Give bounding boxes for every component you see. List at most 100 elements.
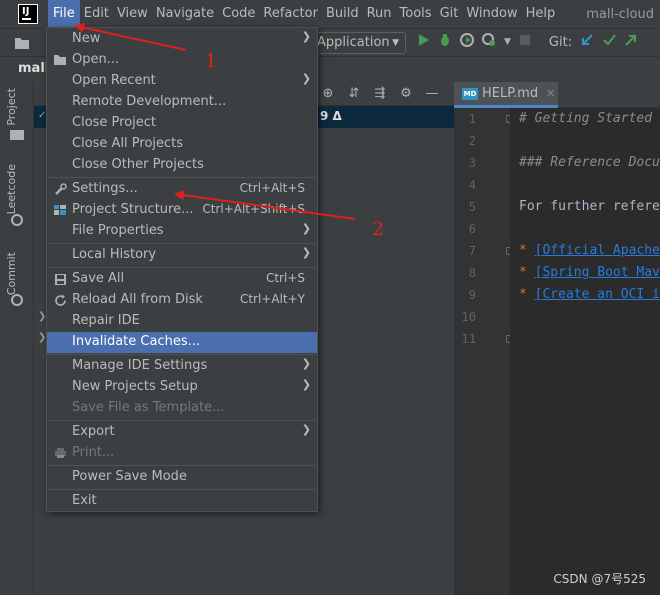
markdown-link[interactable]: [Official Apache [535, 243, 660, 258]
coverage-icon[interactable] [460, 33, 474, 51]
code-line-1: # Getting Started [519, 111, 653, 126]
menu-item-label: Local History [72, 247, 157, 262]
tool-tab-commit[interactable]: Commit [5, 252, 18, 295]
tool-tab-leetcode-label: Leetcode [5, 164, 18, 215]
menu-item-open[interactable]: Open... [47, 50, 317, 71]
markdown-file-icon: MD [462, 87, 478, 100]
close-icon[interactable]: ✕ [546, 87, 555, 100]
menu-code[interactable]: Code [218, 0, 259, 28]
list-bullet: * [519, 287, 535, 302]
more-run-chevron-icon[interactable]: ▼ [504, 37, 511, 47]
left-tool-stripe: Project Leetcode Commit [0, 82, 34, 595]
menu-item-invalidate-caches[interactable]: Invalidate Caches... [47, 332, 317, 353]
breadcrumb-project[interactable]: mall [18, 61, 49, 76]
menu-item-label: Exit [72, 493, 97, 508]
menu-item-shortcut: Ctrl+S [265, 271, 305, 285]
tool-tab-leetcode[interactable]: Leetcode [5, 164, 18, 214]
tool-tab-project[interactable]: Project [5, 88, 18, 126]
menu-item-label: Close Other Projects [72, 157, 204, 172]
menu-item-settings[interactable]: Settings... Ctrl+Alt+S [47, 179, 317, 200]
git-label: Git: [548, 34, 573, 50]
project-structure-icon [53, 203, 67, 217]
list-bullet: * [519, 265, 535, 280]
menu-view[interactable]: View [113, 0, 152, 28]
menu-item-new-projects-setup[interactable]: New Projects Setup ❯ [47, 377, 317, 398]
menu-item-close-project[interactable]: Close Project [47, 113, 317, 134]
menu-git[interactable]: Git [436, 0, 463, 28]
menu-item-label: Remote Development... [72, 94, 227, 109]
run-configuration-select[interactable]: Application ▼ [310, 32, 406, 54]
collapse-all-icon[interactable]: ⇶ [372, 86, 388, 102]
menu-item-exit[interactable]: Exit [47, 491, 317, 512]
line-number: 9 [468, 288, 476, 302]
menu-file[interactable]: File [48, 0, 80, 28]
editor-gutter: 1 2 3 4 5 6 7 8 9 10 11 [454, 108, 510, 595]
markdown-link[interactable]: [Create an OCI i [535, 287, 660, 302]
window-title: mall-cloud [586, 6, 654, 22]
menu-item-close-other-projects[interactable]: Close Other Projects [47, 155, 317, 176]
menu-build[interactable]: Build [322, 0, 363, 28]
menu-help[interactable]: Help [522, 0, 560, 28]
menu-separator [48, 243, 316, 244]
menu-item-open-recent[interactable]: Open Recent ❯ [47, 71, 317, 92]
menu-item-export[interactable]: Export ❯ [47, 422, 317, 443]
chevron-down-icon: ▼ [392, 38, 399, 48]
line-number: 8 [468, 266, 476, 280]
open-folder-icon[interactable] [14, 35, 30, 51]
intellij-logo-icon [18, 4, 38, 24]
git-push-icon[interactable] [624, 33, 638, 51]
menu-item-manage-ide-settings[interactable]: Manage IDE Settings ❯ [47, 356, 317, 377]
code-line-9: * [Create an OCI i [519, 287, 660, 302]
menu-item-shortcut: Ctrl+Alt+Shift+S [202, 202, 305, 216]
menu-item-reload-all[interactable]: Reload All from Disk Ctrl+Alt+Y [47, 290, 317, 311]
git-update-icon[interactable] [580, 33, 594, 51]
code-line-7: * [Official Apache [519, 243, 660, 258]
expand-all-icon[interactable]: ⇵ [346, 86, 362, 102]
menu-item-power-save-mode[interactable]: Power Save Mode [47, 467, 317, 488]
menu-window[interactable]: Window [462, 0, 521, 28]
submenu-arrow-icon: ❯ [301, 246, 311, 259]
menu-edit[interactable]: Edit [80, 0, 113, 28]
hide-panel-icon[interactable]: — [424, 86, 440, 102]
editor-content[interactable]: # Getting Started ### Reference Docu For… [510, 108, 660, 595]
menu-item-shortcut: Ctrl+Alt+Y [239, 292, 305, 306]
menu-run[interactable]: Run [363, 0, 396, 28]
menu-item-label: Print... [72, 445, 115, 460]
menu-tools[interactable]: Tools [396, 0, 436, 28]
line-number: 2 [468, 134, 476, 148]
menu-item-label: New Projects Setup [72, 379, 198, 394]
menu-item-label: Project Structure... [72, 202, 194, 217]
file-menu-dropdown: New ❯ Open... Open Recent ❯ Remote Devel… [46, 27, 318, 512]
menu-separator [48, 354, 316, 355]
tool-tab-project-label: Project [5, 88, 18, 126]
menu-item-label: Close All Projects [72, 136, 184, 151]
menu-refactor[interactable]: Refactor [259, 0, 322, 28]
menu-item-label: Open Recent [72, 73, 156, 88]
menu-navigate[interactable]: Navigate [152, 0, 218, 28]
menu-item-local-history[interactable]: Local History ❯ [47, 245, 317, 266]
menu-item-label: Reload All from Disk [72, 292, 203, 307]
menu-item-file-properties[interactable]: File Properties ❯ [47, 221, 317, 242]
line-number: 7 [468, 244, 476, 258]
run-icon[interactable] [418, 33, 430, 51]
menu-item-new[interactable]: New ❯ [47, 29, 317, 50]
debug-icon[interactable] [438, 33, 452, 51]
profile-icon[interactable] [482, 33, 496, 51]
menu-item-close-all-projects[interactable]: Close All Projects [47, 134, 317, 155]
annotation-label-1: 1 [205, 50, 218, 72]
line-number: 4 [468, 178, 476, 192]
annotation-label-2: 2 [372, 218, 385, 240]
markdown-link[interactable]: [Spring Boot Mav [535, 265, 660, 280]
menu-separator [48, 489, 316, 490]
menu-item-repair-ide[interactable]: Repair IDE [47, 311, 317, 332]
editor-tab-help-md[interactable]: MD HELP.md ✕ [454, 82, 558, 108]
menu-item-shortcut: Ctrl+Alt+S [239, 181, 305, 195]
stop-icon[interactable] [519, 34, 531, 50]
select-opened-file-icon[interactable]: ⊕ [320, 86, 336, 102]
menu-item-remote-development[interactable]: Remote Development... [47, 92, 317, 113]
menu-item-label: Close Project [72, 115, 157, 130]
git-commit-icon[interactable] [602, 33, 616, 51]
menu-item-project-structure[interactable]: Project Structure... Ctrl+Alt+Shift+S [47, 200, 317, 221]
menu-item-save-all[interactable]: Save All Ctrl+S [47, 269, 317, 290]
settings-gear-icon[interactable]: ⚙ [398, 86, 414, 102]
